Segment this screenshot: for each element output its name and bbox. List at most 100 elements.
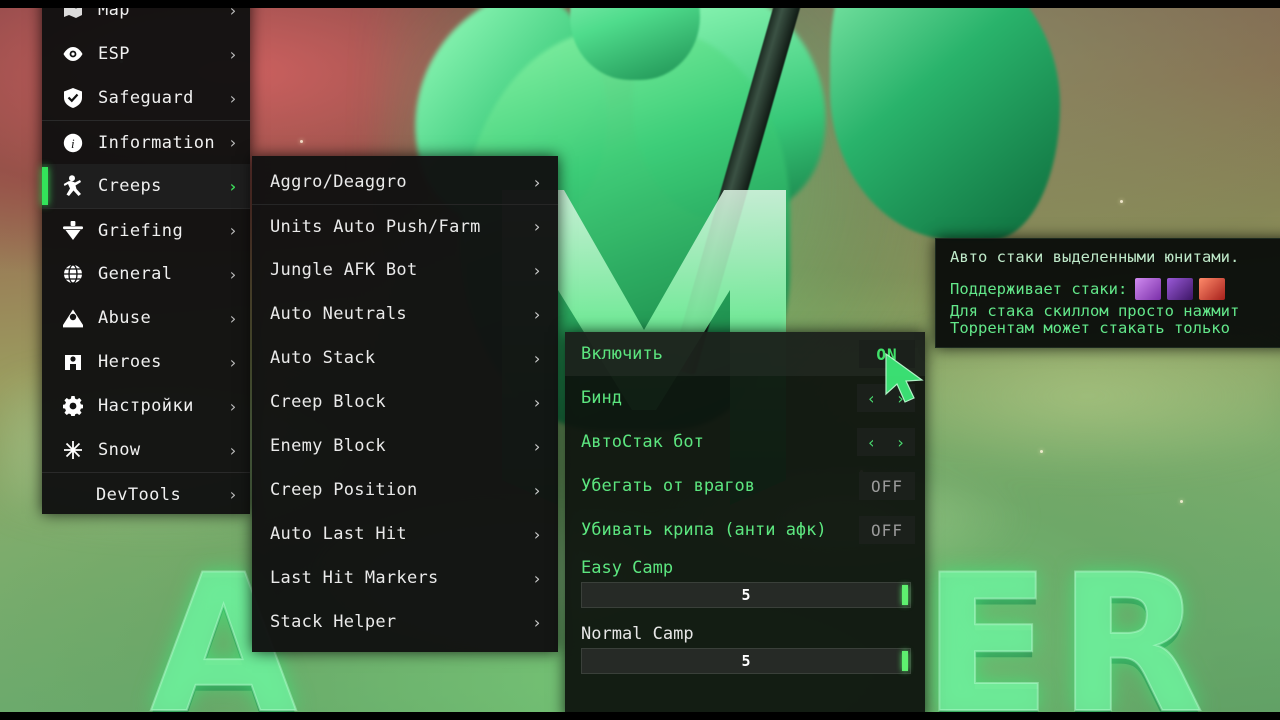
easy-camp-value: 5	[741, 586, 751, 604]
kill-creep-toggle[interactable]: OFF	[859, 516, 915, 544]
stepper-next-icon[interactable]: ›	[896, 433, 906, 452]
chevron-right-icon: ›	[227, 44, 238, 64]
sidebar-item-esp[interactable]: ESP ›	[42, 32, 250, 76]
menu-item-units-auto-push-farm[interactable]: Units Auto Push/Farm ›	[252, 204, 558, 248]
menu-item-label: Aggro/Deaggro	[270, 172, 407, 192]
menu-item-creep-block[interactable]: Creep Block ›	[252, 380, 558, 424]
sidebar-item-snow[interactable]: Snow ›	[42, 428, 250, 472]
sidebar-item-abuse[interactable]: Abuse ›	[42, 296, 250, 340]
sidebar-item-label: Griefing	[98, 220, 184, 241]
menu-item-creep-position[interactable]: Creep Position ›	[252, 468, 558, 512]
menu-item-label: Auto Neutrals	[270, 304, 407, 324]
chevron-right-icon: ›	[227, 264, 238, 284]
chevron-right-icon: ›	[532, 217, 542, 236]
menu-item-label: Units Auto Push/Farm	[270, 216, 481, 237]
sidebar-item-safeguard[interactable]: Safeguard ›	[42, 76, 250, 120]
normal-camp-slider[interactable]: 5	[581, 648, 911, 674]
sidebar-item-label: General	[98, 264, 173, 284]
menu-item-label: Creep Position	[270, 480, 418, 500]
sidebar-item-devtools[interactable]: DevTools ›	[42, 472, 250, 516]
abuse-icon	[60, 306, 86, 330]
option-row-autostack-bot[interactable]: АвтоСтак бот ‹ ›	[565, 420, 925, 464]
chevron-right-icon: ›	[532, 172, 542, 192]
sidebar-item-information[interactable]: i Information ›	[42, 120, 250, 164]
normal-camp-value: 5	[741, 652, 751, 670]
menu-item-jungle-afk-bot[interactable]: Jungle AFK Bot ›	[252, 248, 558, 292]
chevron-right-icon: ›	[532, 568, 542, 588]
sidebar-item-heroes[interactable]: Heroes ›	[42, 340, 250, 384]
griefing-icon	[60, 219, 86, 243]
supported-items-icons	[1135, 278, 1226, 301]
chevron-right-icon: ›	[227, 133, 238, 152]
chevron-right-icon: ›	[227, 221, 238, 240]
slider-handle[interactable]	[902, 651, 908, 671]
shield-icon	[60, 86, 86, 110]
letterbox-top	[0, 0, 1280, 8]
sidebar-item-settings[interactable]: Настройки ›	[42, 384, 250, 428]
chevron-right-icon: ›	[532, 612, 542, 632]
tooltip-line-4: Торрентам может стакать только	[950, 319, 1230, 338]
chevron-right-icon: ›	[227, 352, 238, 372]
easy-camp-slider-wrap: 5	[565, 580, 925, 618]
sidebar-item-griefing[interactable]: Griefing ›	[42, 208, 250, 252]
chevron-right-icon: ›	[532, 260, 542, 280]
gear-icon	[60, 394, 86, 418]
sidebar-item-label: Snow	[98, 440, 141, 460]
menu-item-label: Enemy Block	[270, 436, 386, 456]
stepper-prev-icon[interactable]: ‹	[867, 433, 877, 452]
tooltip-line-1: Авто стаки выделенными юнитами.	[950, 248, 1240, 266]
option-row-kill-creep-anti-afk[interactable]: Убивать крипа (анти афк) OFF	[565, 508, 925, 552]
tooltip-line-2-text: Поддерживает стаки:	[950, 279, 1128, 298]
menu-item-auto-last-hit[interactable]: Auto Last Hit ›	[252, 512, 558, 556]
sidebar-item-label: Information	[98, 132, 215, 153]
slider-handle[interactable]	[902, 585, 908, 605]
option-row-run-from-enemies[interactable]: Убегать от врагов OFF	[565, 464, 925, 508]
menu-item-auto-neutrals[interactable]: Auto Neutrals ›	[252, 292, 558, 336]
option-label: АвтоСтак бот	[581, 432, 704, 452]
sidebar-item-label: ESP	[98, 44, 130, 64]
option-label: Включить	[581, 344, 663, 364]
sidebar-item-creeps[interactable]: Creeps ›	[42, 164, 250, 208]
option-row-enable[interactable]: Включить ON	[565, 332, 925, 376]
chevron-right-icon: ›	[532, 436, 542, 456]
sidebar-item-label: Safeguard	[98, 88, 194, 108]
menu-item-label: Stack Helper	[270, 612, 397, 632]
info-icon: i	[60, 131, 86, 155]
menu-item-aggro-deaggro[interactable]: Aggro/Deaggro ›	[252, 160, 558, 204]
chevron-right-icon: ›	[227, 440, 238, 460]
chevron-right-icon: ›	[532, 348, 542, 368]
chevron-right-icon: ›	[227, 176, 238, 196]
tooltip-line-3: Для стака скиллом просто нажмит	[950, 302, 1240, 321]
option-label: Убивать крипа (анти афк)	[581, 520, 827, 540]
chevron-right-icon: ›	[227, 88, 238, 108]
menu-item-label: Jungle AFK Bot	[270, 260, 418, 280]
sidebar-item-label: Heroes	[98, 352, 162, 372]
item-icon-1	[1135, 278, 1162, 301]
easy-camp-slider[interactable]: 5	[581, 582, 911, 608]
auto-stack-options-panel: Включить ON Бинд ‹ › АвтоСтак бот ‹ › Уб…	[565, 332, 925, 720]
globe-icon	[60, 262, 86, 286]
sidebar-item-label: Creeps	[98, 176, 162, 196]
item-icon-3	[1199, 278, 1226, 301]
menu-item-stack-helper[interactable]: Stack Helper ›	[252, 600, 558, 644]
autostack-bot-stepper[interactable]: ‹ ›	[857, 428, 915, 456]
creep-icon	[60, 174, 86, 198]
menu-item-enemy-block[interactable]: Enemy Block ›	[252, 424, 558, 468]
menu-item-last-hit-markers[interactable]: Last Hit Markers ›	[252, 556, 558, 600]
option-label: Бинд	[581, 388, 622, 408]
menu-item-auto-stack[interactable]: Auto Stack ›	[252, 336, 558, 380]
root-menu-panel: Map › ESP › Safeguard › i Information › …	[42, 0, 250, 514]
run-from-enemies-toggle[interactable]: OFF	[859, 472, 915, 500]
option-row-bind[interactable]: Бинд ‹ ›	[565, 376, 925, 420]
chevron-right-icon: ›	[227, 308, 238, 328]
stepper-next-icon[interactable]: ›	[896, 389, 906, 408]
normal-camp-label: Normal Camp	[581, 624, 694, 644]
stepper-prev-icon[interactable]: ‹	[867, 389, 877, 408]
chevron-right-icon: ›	[227, 396, 238, 416]
tooltip-line-2: Поддерживает стаки:	[950, 278, 1280, 301]
bind-stepper[interactable]: ‹ ›	[857, 384, 915, 412]
snowflake-icon	[60, 438, 86, 462]
enable-toggle[interactable]: ON	[859, 340, 915, 368]
sidebar-item-label: Abuse	[98, 308, 152, 328]
sidebar-item-general[interactable]: General ›	[42, 252, 250, 296]
